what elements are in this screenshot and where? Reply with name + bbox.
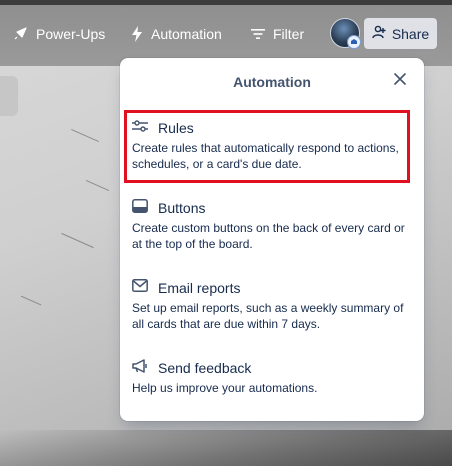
power-ups-label: Power-Ups [36,26,106,42]
megaphone-icon [132,358,148,378]
menu-item-buttons[interactable]: Buttons Create custom buttons on the bac… [132,198,414,252]
automation-popover: Automation Rules Create rules that autom… [120,58,424,421]
background-streak [71,128,99,143]
popover-title: Automation [233,74,311,90]
menu-item-label: Send feedback [158,360,252,376]
card-button-icon [132,198,148,218]
menu-item-label: Buttons [158,200,206,216]
filter-label: Filter [273,26,305,42]
close-icon [394,72,406,90]
menu-item-label: Email reports [158,280,241,296]
menu-item-label: Rules [158,120,194,136]
filter-icon [251,28,265,40]
collapsed-list-edge [0,76,18,116]
lightning-bolt-icon [131,26,143,42]
add-member-icon [372,25,386,42]
menu-item-description: Create custom buttons on the back of eve… [132,221,405,251]
menu-item-description: Set up email reports, such as a weekly s… [132,301,404,331]
rocket-icon [12,26,28,42]
close-button[interactable] [390,71,410,91]
share-button[interactable]: Share [364,18,437,49]
menu-item-send-feedback[interactable]: Send feedback Help us improve your autom… [132,358,414,396]
menu-item-rules[interactable]: Rules Create rules that automatically re… [132,118,414,172]
header-top-strip [0,0,452,5]
admin-badge-icon [347,35,361,49]
menu-item-description: Help us improve your automations. [132,381,318,395]
menu-item-description: Create rules that automatically respond … [132,141,399,171]
background-shadow [0,430,452,466]
power-ups-button[interactable]: Power-Ups [12,18,105,50]
envelope-icon [132,279,148,297]
automation-label: Automation [151,26,222,42]
filter-button[interactable]: Filter [251,18,304,50]
board-header: Power-Ups Automation Filter Share [0,0,452,66]
automation-button[interactable]: Automation [131,18,222,50]
background-streak [20,295,42,306]
menu-item-email-reports[interactable]: Email reports Set up email reports, such… [132,278,414,332]
share-label: Share [391,25,430,42]
background-streak [61,232,94,249]
background-streak [85,179,110,192]
sliders-icon [132,119,148,138]
